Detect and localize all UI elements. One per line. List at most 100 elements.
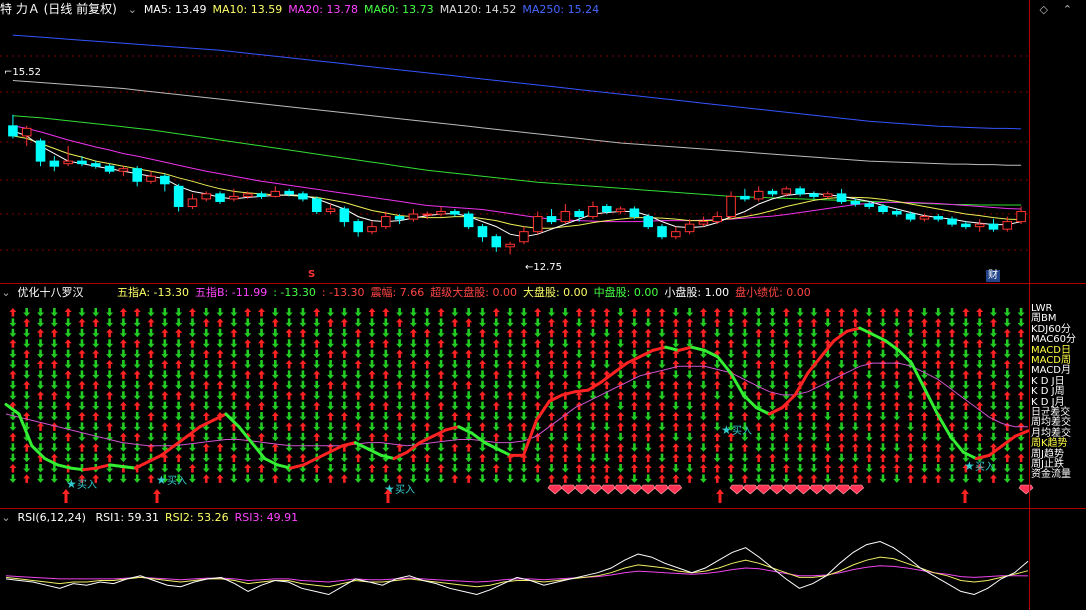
arrow-down-icon <box>810 422 818 431</box>
arrow-down-icon <box>879 318 887 327</box>
arrow-up-icon <box>838 432 846 442</box>
arrow-up-icon <box>534 339 542 348</box>
arrow-up-icon <box>658 443 666 452</box>
arrow-down-icon <box>78 422 86 431</box>
arrow-down-icon <box>548 339 556 348</box>
candle-body <box>408 213 419 220</box>
arrow-down-icon <box>437 453 445 463</box>
arrow-up-icon <box>699 464 707 473</box>
arrow-down-icon <box>796 308 804 317</box>
rsi-pane[interactable]: ⌄ RSI(6,12,24) RSI1: 59.31 RSI2: 53.26 RSI… <box>0 509 1086 610</box>
arrow-up-icon <box>64 401 72 411</box>
arrow-down-icon <box>23 401 31 411</box>
arrow-down-icon <box>161 318 169 327</box>
strength-line-segment <box>159 444 176 457</box>
arrow-up-icon <box>893 464 901 473</box>
arrow-down-icon <box>520 380 528 390</box>
arrow-down-icon <box>976 349 984 359</box>
luohan-signal-chart[interactable]: ★ 买入 ★ 买入★ 买入★ 买入★ 买入 <box>0 284 1086 508</box>
arrow-up-icon <box>617 474 625 483</box>
candlestick-chart[interactable] <box>0 0 1086 282</box>
arrow-down-icon <box>327 370 335 379</box>
arrow-up-icon <box>575 453 583 463</box>
arrow-down-icon <box>230 432 238 442</box>
arrow-up-icon <box>561 349 569 359</box>
arrow-down-icon <box>147 432 155 442</box>
arrow-down-icon <box>258 328 266 338</box>
arrow-down-icon <box>824 318 832 327</box>
arrow-up-icon <box>658 412 666 421</box>
arrow-up-icon <box>727 464 735 473</box>
arrow-up-icon <box>865 412 873 421</box>
arrow-up-icon <box>920 453 928 463</box>
arrow-up-icon <box>106 328 114 338</box>
arrow-down-icon <box>299 432 307 442</box>
arrow-down-icon <box>285 443 293 452</box>
arrow-down-icon <box>561 308 569 317</box>
arrow-up-icon <box>851 432 859 442</box>
strength-line-segment <box>651 345 668 352</box>
arrow-down-icon <box>50 308 58 317</box>
arrow-down-icon <box>92 308 100 317</box>
arrow-down-icon <box>119 360 127 369</box>
arrow-down-icon <box>989 401 997 411</box>
diamond-icon <box>627 484 643 495</box>
arrow-down-icon <box>161 464 169 473</box>
arrow-down-icon <box>796 370 804 379</box>
arrow-up-icon <box>382 432 390 442</box>
buy-label: 买入 <box>395 484 415 496</box>
arrow-down-icon <box>534 453 542 463</box>
arrow-down-icon <box>630 412 638 421</box>
arrow-up-icon <box>37 422 45 431</box>
diamond-icon <box>574 484 589 495</box>
marker-cai[interactable]: 财 <box>986 270 1000 282</box>
arrow-down-icon <box>299 380 307 390</box>
rsi1-line <box>5 540 1029 596</box>
arrow-down-icon <box>727 380 735 390</box>
arrow-down-icon <box>920 464 928 473</box>
diamond-icon <box>729 484 745 495</box>
arrow-up-icon <box>699 339 707 348</box>
dropdown-icon[interactable]: ⌄ <box>0 509 12 527</box>
arrow-up-icon <box>548 360 556 369</box>
arrow-down-icon <box>644 318 652 327</box>
arrow-down-icon <box>147 328 155 338</box>
arrow-up-icon <box>658 474 666 483</box>
luohan-indicator-pane[interactable]: ★ 买入 ★ 买入 ★ 买入 ★ 买入 ★ 买入 ⌄ 优化十八罗汉 五指A: -13.30 五指B:… <box>0 284 1086 508</box>
arrow-down-icon <box>230 474 238 483</box>
arrow-down-icon <box>313 474 321 483</box>
arrow-up-icon <box>437 308 445 317</box>
arrow-up-icon <box>589 318 597 327</box>
arrow-down-icon <box>810 308 818 317</box>
arrow-up-icon <box>230 360 238 369</box>
arrow-down-icon <box>948 339 956 348</box>
arrow-up-icon <box>948 453 956 463</box>
arrow-up-icon <box>644 401 652 411</box>
arrow-up-icon <box>175 422 183 431</box>
arrow-up-icon <box>589 308 597 317</box>
arrow-up-icon <box>851 349 859 359</box>
arrow-down-icon <box>769 370 776 379</box>
dropdown-icon[interactable]: ⌄ <box>0 284 12 302</box>
dropdown-icon[interactable]: ⌄ <box>126 1 138 19</box>
arrow-down-icon <box>133 422 141 431</box>
arrow-up-icon <box>354 360 362 369</box>
arrow-up-icon <box>686 412 694 421</box>
arrow-down-icon <box>50 443 58 452</box>
arrow-down-icon <box>548 464 556 473</box>
arrow-up-icon <box>327 380 335 390</box>
arrow-down-icon <box>354 339 362 348</box>
arrow-down-icon <box>478 412 486 421</box>
arrow-up-icon <box>9 339 17 348</box>
arrow-down-icon <box>603 453 611 463</box>
arrow-down-icon <box>37 318 45 327</box>
arrow-up-icon <box>23 318 31 327</box>
candle-body <box>325 208 336 213</box>
arrow-down-icon <box>962 422 970 431</box>
arrow-down-icon <box>989 308 997 317</box>
arrow-up-icon <box>64 308 72 317</box>
arrow-down-icon <box>340 401 348 411</box>
arrow-up-icon <box>644 360 652 369</box>
candle-body <box>919 216 930 220</box>
main-chart-pane[interactable]: 特 力Ａ (日线 前复权) ⌄ MA5: 13.49 MA10: 13.59 MA2… <box>0 0 1086 282</box>
